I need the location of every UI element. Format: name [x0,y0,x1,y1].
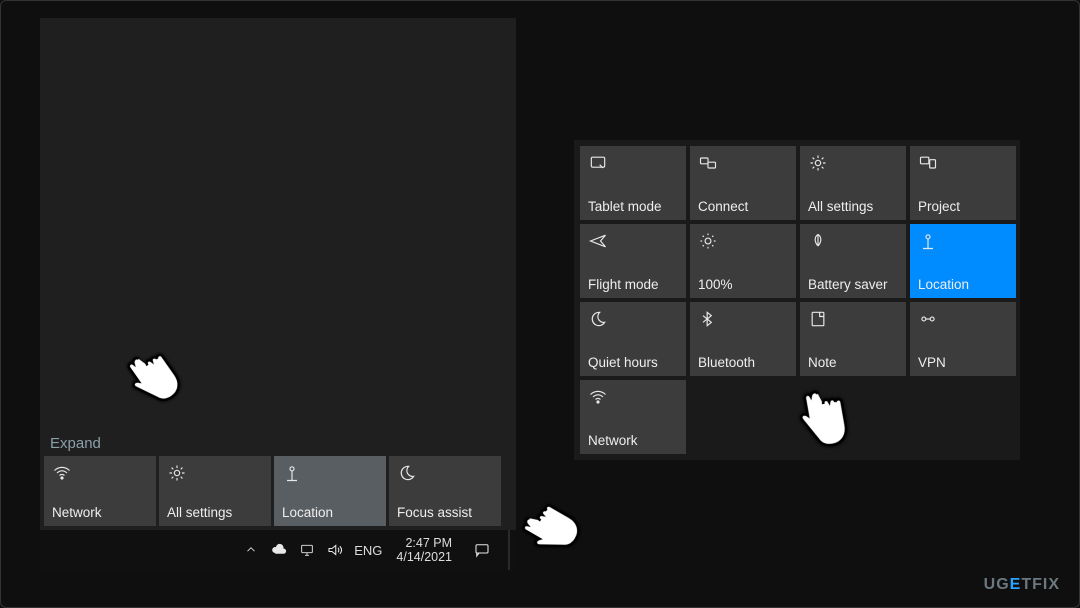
quick-action-connect[interactable]: Connect [690,146,796,220]
taskbar-clock[interactable]: 2:47 PM 4/14/2021 [392,536,456,565]
tile-label: Location [282,505,378,520]
gear-icon [167,462,263,484]
taskbar: ENG 2:47 PM 4/14/2021 [40,530,516,570]
onedrive-icon[interactable] [270,541,288,559]
tile-label: Tablet mode [588,199,678,214]
volume-icon[interactable] [326,541,344,559]
quick-actions-grid: Tablet mode Connect All settings Project Fli… [580,146,1014,454]
wifi-icon [52,462,148,484]
quick-action-project[interactable]: Project [910,146,1016,220]
action-center-collapsed: Expand Network All settings Location Focus … [40,18,516,570]
quick-action-network[interactable]: Network [44,456,156,526]
brightness-icon [698,230,788,252]
quick-action-flight-mode[interactable]: Flight mode [580,224,686,298]
tile-label: Battery saver [808,277,898,292]
location-icon [282,462,378,484]
quick-action-focus-assist[interactable]: Focus assist [389,456,501,526]
quick-action-vpn[interactable]: VPN [910,302,1016,376]
quick-action-battery-saver[interactable]: Battery saver [800,224,906,298]
quick-action-network[interactable]: Network [580,380,686,454]
moon-icon [397,462,493,484]
quick-action-location[interactable]: Location [274,456,386,526]
watermark-text: TFIX [1021,576,1060,593]
action-center-expanded: Tablet mode Connect All settings Project Fli… [574,140,1020,460]
tile-label: Location [918,277,1008,292]
quick-action-bluetooth[interactable]: Bluetooth [690,302,796,376]
tile-label: All settings [808,199,898,214]
tile-label: Flight mode [588,277,678,292]
quick-action-location[interactable]: Location [910,224,1016,298]
moon-icon [588,308,678,330]
tile-label: VPN [918,355,1008,370]
cursor-hand-icon [510,492,589,568]
tile-label: Note [808,355,898,370]
tile-label: Quiet hours [588,355,678,370]
tile-label: Project [918,199,1008,214]
gear-icon [808,152,898,174]
action-center-button[interactable] [466,530,498,570]
note-icon [808,308,898,330]
clock-time: 2:47 PM [396,536,452,550]
tray-overflow-icon[interactable] [242,543,260,557]
action-center-body [40,18,516,466]
expand-link[interactable]: Expand [50,435,101,452]
tile-label: Network [588,433,678,448]
airplane-icon [588,230,678,252]
project-icon [918,152,1008,174]
watermark-text: UG [984,576,1010,593]
bluetooth-icon [698,308,788,330]
wifi-icon [588,386,678,408]
tablet-icon [588,152,678,174]
quick-action-quiet-hours[interactable]: Quiet hours [580,302,686,376]
quick-actions-row: Network All settings Location Focus assist [44,456,516,528]
show-desktop-sliver[interactable] [508,530,510,570]
connect-icon [698,152,788,174]
language-indicator[interactable]: ENG [354,543,382,558]
leaf-icon [808,230,898,252]
tile-label: Bluetooth [698,355,788,370]
tile-label: Network [52,505,148,520]
monitor-icon[interactable] [298,542,316,558]
quick-action-note[interactable]: Note [800,302,906,376]
watermark-accent: E [1010,576,1022,593]
watermark: UGETFIX [984,576,1060,594]
clock-date: 4/14/2021 [396,550,452,564]
quick-action-tablet-mode[interactable]: Tablet mode [580,146,686,220]
quick-action-100-[interactable]: 100% [690,224,796,298]
vpn-icon [918,308,1008,330]
tile-label: All settings [167,505,263,520]
quick-action-all-settings[interactable]: All settings [800,146,906,220]
location-icon [918,230,1008,252]
tile-label: 100% [698,277,788,292]
tile-label: Focus assist [397,505,493,520]
tile-label: Connect [698,199,788,214]
quick-action-all-settings[interactable]: All settings [159,456,271,526]
